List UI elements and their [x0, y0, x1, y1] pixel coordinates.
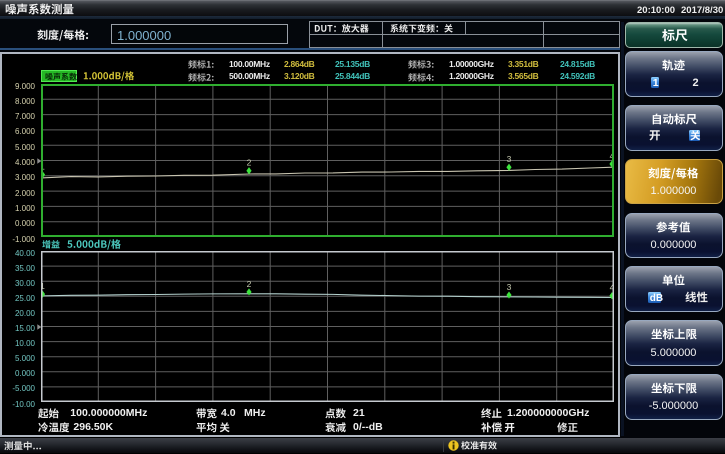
svg-text:3: 3: [507, 282, 512, 292]
svg-text:2: 2: [247, 279, 252, 289]
svg-text:2: 2: [247, 158, 252, 168]
svg-text:3: 3: [507, 154, 512, 164]
